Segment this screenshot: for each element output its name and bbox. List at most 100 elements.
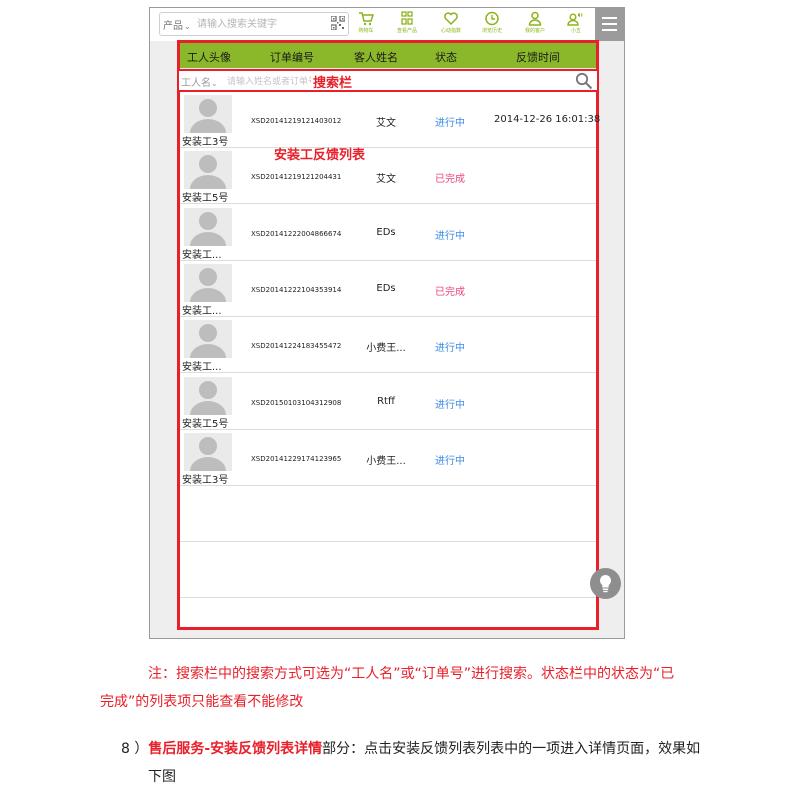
empty-row xyxy=(180,542,596,599)
nav-my-customers[interactable]: 我的客户 xyxy=(518,11,552,39)
order-number: XSD20141229174123965 xyxy=(251,454,342,463)
nav-history[interactable]: 浏览历史 xyxy=(475,11,509,39)
order-number: XSD20150103104312908 xyxy=(251,398,342,407)
nav-products[interactable]: 查看产品 xyxy=(390,11,424,39)
person-icon xyxy=(528,11,542,26)
worker-name: 安装工5号 xyxy=(182,193,229,205)
note-line-1: 注：搜索栏中的搜索方式可选为“工人名”或“订单号”进行搜索。状态栏中的状态为“已 xyxy=(148,666,675,682)
nav-label: 小五 xyxy=(570,28,581,34)
avatar xyxy=(184,320,232,359)
customer-name: 艾文 xyxy=(376,174,396,186)
nav-label: 浏览历史 xyxy=(481,28,502,34)
empty-row xyxy=(180,486,596,543)
header-status: 状态 xyxy=(435,51,457,64)
clock-icon xyxy=(485,11,499,26)
table-header: 工人头像 订单编号 客人姓名 状态 反馈时间 xyxy=(180,43,596,68)
customer-name: Rtff xyxy=(377,395,395,407)
search-category-select[interactable]: 产品⌄ xyxy=(163,17,191,32)
header-order-no: 订单编号 xyxy=(270,51,314,64)
table-row[interactable]: 安装工... XSD20141222004866674 EDs 进行中 xyxy=(180,205,596,261)
status-label: 进行中 xyxy=(435,230,465,242)
customer-name: 艾文 xyxy=(376,118,396,129)
list-search-bar: 工人名⌄ 请输入姓名或者订单号 搜索栏 xyxy=(177,69,599,92)
note-line-2: 完成”的列表项只能查看不能修改 xyxy=(100,694,304,710)
feedback-list-annotation: 安装工反馈列表 xyxy=(274,148,366,163)
annotation-note: 注：搜索栏中的搜索方式可选为“工人名”或“订单号”进行搜索。状态栏中的状态为“已… xyxy=(100,660,760,716)
worker-name: 安装工5号 xyxy=(182,418,229,430)
avatar xyxy=(184,432,232,471)
customer-name: 小费王... xyxy=(366,343,406,355)
customer-name: EDs xyxy=(376,226,396,238)
header-avatar: 工人头像 xyxy=(187,51,231,64)
top-search-box[interactable]: 产品⌄ xyxy=(159,12,349,36)
lightbulb-button[interactable] xyxy=(590,568,621,599)
customer-name: 小费王... xyxy=(366,455,406,467)
step-text-1: 部分：点击安装反馈列表列表中的一项进入详情页面，效果如 xyxy=(322,741,701,757)
qr-code-icon[interactable] xyxy=(331,16,345,30)
step-description: 8 ）售后服务-安装反馈列表详情部分：点击安装反馈列表列表中的一项进入详情页面，… xyxy=(100,735,760,791)
menu-button[interactable] xyxy=(595,8,624,41)
avatar xyxy=(184,263,232,302)
lightbulb-icon xyxy=(599,574,612,593)
nav-xiaowu[interactable]: 小五 xyxy=(559,11,593,39)
nav-label: 心动指数 xyxy=(440,28,461,34)
avatar-placeholder-icon xyxy=(190,99,226,133)
products-icon xyxy=(401,11,413,25)
table-row[interactable]: 安装工... XSD20141222104353914 EDs 已完成 xyxy=(180,261,596,317)
nav-label: 查看产品 xyxy=(396,28,417,34)
step-prefix: 8 ） xyxy=(121,741,149,757)
status-label: 已完成 xyxy=(435,174,465,186)
table-row[interactable]: 安装工5号 XSD20141219121204431 艾文 已完成 xyxy=(180,148,596,205)
avatar xyxy=(184,207,232,246)
list-search-input[interactable]: 请输入姓名或者订单号 xyxy=(227,74,311,87)
avatar-placeholder-icon xyxy=(190,436,226,471)
feedback-list: 安装工3号 XSD20141219121403012 艾文 进行中 2014-12-26… xyxy=(180,92,600,627)
nav-heart-index[interactable]: 心动指数 xyxy=(434,11,468,39)
status-label: 进行中 xyxy=(435,455,465,467)
table-row[interactable]: 安装工... XSD20141224183455472 小费王... 进行中 xyxy=(180,317,596,374)
step-highlight: 售后服务-安装反馈列表详情 xyxy=(148,741,323,757)
status-label: 进行中 xyxy=(435,118,465,129)
order-number: XSD20141219121403012 xyxy=(251,117,342,125)
chevron-down-icon: ⌄ xyxy=(184,22,191,31)
table-row[interactable]: 安装工5号 XSD20150103104312908 Rtff 进行中 xyxy=(180,374,596,430)
feedback-time: 2014-12-26 16:01:38 xyxy=(494,114,601,125)
avatar xyxy=(184,95,232,133)
chevron-down-icon: ⌄ xyxy=(211,79,218,88)
order-number: XSD20141224183455472 xyxy=(251,342,342,351)
status-label: 进行中 xyxy=(435,343,465,355)
table-row[interactable]: 安装工3号 XSD20141219121403012 艾文 进行中 2014-12-26… xyxy=(180,92,600,148)
status-label: 进行中 xyxy=(435,399,465,411)
nav-cart[interactable]: 购物车 xyxy=(349,11,383,39)
worker-name: 安装工3号 xyxy=(182,137,229,148)
heart-icon xyxy=(444,12,458,26)
top-toolbar: 产品⌄ 购物车 查看产品 心动指数 浏览历史 xyxy=(150,8,596,41)
cart-icon xyxy=(359,12,374,26)
avatar-placeholder-icon xyxy=(190,211,226,246)
nav-label: 我的客户 xyxy=(524,28,545,34)
worker-name: 安装工... xyxy=(182,305,222,317)
voice-person-icon xyxy=(567,13,583,26)
step-text-2: 下图 xyxy=(148,769,176,785)
worker-name: 安装工... xyxy=(182,362,222,374)
header-feedback-time: 反馈时间 xyxy=(516,51,560,64)
avatar-placeholder-icon xyxy=(190,155,226,190)
avatar-placeholder-icon xyxy=(190,324,226,359)
search-icon[interactable] xyxy=(575,72,593,90)
table-row[interactable]: 安装工3号 XSD20141229174123965 小费王... 进行中 xyxy=(180,430,596,486)
avatar xyxy=(184,151,232,190)
order-number: XSD20141219121204431 xyxy=(251,173,342,182)
worker-name: 安装工... xyxy=(182,249,222,261)
worker-name: 安装工3号 xyxy=(182,474,229,486)
avatar-placeholder-icon xyxy=(190,267,226,302)
menu-icon xyxy=(602,17,617,19)
status-label: 已完成 xyxy=(435,286,465,298)
avatar xyxy=(184,376,232,415)
header-customer: 客人姓名 xyxy=(354,51,398,64)
customer-name: EDs xyxy=(376,282,396,294)
search-input[interactable] xyxy=(197,15,327,33)
nav-label: 购物车 xyxy=(358,28,374,34)
list-search-category[interactable]: 工人名⌄ xyxy=(181,74,218,89)
avatar-placeholder-icon xyxy=(190,380,226,415)
order-number: XSD20141222004866674 xyxy=(251,229,342,238)
